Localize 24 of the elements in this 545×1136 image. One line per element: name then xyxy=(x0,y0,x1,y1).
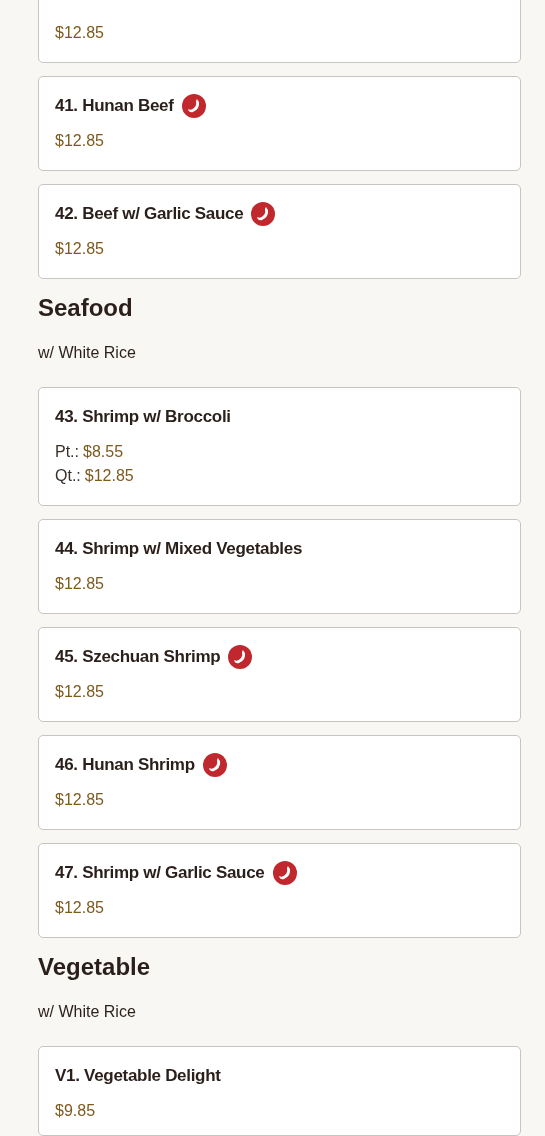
item-price: $8.55 xyxy=(83,442,124,462)
item-name: 46. Hunan Shrimp xyxy=(55,755,195,775)
size-label: Pt.: xyxy=(55,442,79,462)
item-price: $12.85 xyxy=(55,682,104,702)
item-price: $12.85 xyxy=(55,23,104,43)
item-name: 44. Shrimp w/ Mixed Vegetables xyxy=(55,539,303,559)
item-price: $12.85 xyxy=(55,131,104,151)
section-heading: Seafood xyxy=(38,293,134,323)
item-price: $9.85 xyxy=(55,1101,96,1121)
item-price: $12.85 xyxy=(55,239,104,259)
item-name: V1. Vegetable Delight xyxy=(55,1066,221,1086)
item-name: 45. Szechuan Shrimp xyxy=(55,647,221,667)
item-price: $12.85 xyxy=(55,898,104,918)
item-price: $12.85 xyxy=(55,790,104,810)
size-label: Qt.: xyxy=(55,466,81,486)
section-note: w/ White Rice xyxy=(38,1002,137,1022)
section-note: w/ White Rice xyxy=(38,343,137,363)
item-name: 41. Hunan Beef xyxy=(55,96,174,116)
item-price: $12.85 xyxy=(84,466,134,486)
item-name: 47. Shrimp w/ Garlic Sauce xyxy=(55,863,265,883)
item-price: $12.85 xyxy=(55,574,104,594)
item-name: 42. Beef w/ Garlic Sauce xyxy=(55,204,244,224)
item-name: 43. Shrimp w/ Broccoli xyxy=(55,407,231,427)
section-heading: Vegetable xyxy=(38,952,152,982)
